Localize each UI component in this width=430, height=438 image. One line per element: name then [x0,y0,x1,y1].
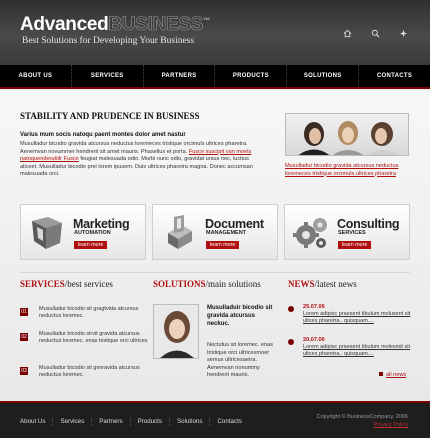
nav-item-services[interactable]: Services [72,65,144,87]
home-icon[interactable] [342,28,352,38]
feature-subtitle-marketing: AUTOMATION [74,230,111,236]
privacy-policy-link[interactable]: Privacy Policy [317,421,408,429]
solutions-text: Nectutus sit loremec. enas tristique orc… [207,342,273,378]
main-nav: About us Services Partners Products Solu… [0,65,430,89]
service-number: 01 [20,308,28,316]
service-text: Musulladur bicodio sit gvnravida atcursu… [39,365,140,379]
document-stack-icon [158,211,200,253]
nav-item-contacts[interactable]: Contacts [359,65,430,87]
news-item[interactable]: 20.07.06 Lorem adipisc praesent tibulum … [288,337,413,359]
section-divider [20,272,410,273]
feature-boxes: Marketing AUTOMATION learn more Document… [20,204,410,260]
feature-box-marketing[interactable]: Marketing AUTOMATION learn more [20,204,146,260]
footer-nav: About Us Services Partners Products Solu… [20,418,249,425]
solutions-heading: SOLUTIONS/main solutions [153,279,261,289]
footer-link-partners[interactable]: Partners [92,418,131,425]
service-text: Musulladur bicodio sit gragtvida atcursu… [39,306,139,320]
news-heading-red: NEWS [288,279,315,289]
feature-subtitle-document: MANAGEMENT [206,230,247,236]
services-heading-red: SERVICES [20,279,65,289]
copyright-text: Copyright © BusinessCompany, 2006 [316,414,408,420]
nav-item-about-us[interactable]: About us [0,65,72,87]
nav-item-products[interactable]: Products [215,65,288,87]
all-news-bullet-icon [379,372,383,376]
news-heading: NEWS/latest news [288,279,357,289]
header-icons [342,28,408,38]
news-bullet-icon [288,306,294,312]
news-date: 20.07.06 [303,337,325,343]
intro-heading: STABILITY AND PRUDENCE IN BUSINESS [20,111,200,121]
footer-link-about-us[interactable]: About Us [20,418,54,425]
logo-trademark: ™ [203,17,210,25]
feature-box-consulting[interactable]: Consulting SERVICES learn more [284,204,410,260]
cube-icon [26,211,68,253]
sitemap-icon[interactable] [398,28,408,38]
solutions-heading-red: SOLUTIONS [153,279,206,289]
gears-icon [290,211,332,253]
all-news-label: all news [386,372,407,378]
feature-title-consulting: Consulting [337,217,400,231]
solutions-heading-rest: /main solutions [205,279,261,289]
learn-more-button-marketing[interactable]: learn more [74,241,108,249]
feature-title-marketing: Marketing [73,217,130,231]
footer-link-solutions[interactable]: Solutions [170,418,211,425]
services-heading: SERVICES/best services [20,279,113,289]
feature-title-document: Document [205,217,264,231]
news-bullet-icon [288,339,294,345]
feature-subtitle-consulting: SERVICES [338,230,366,236]
footer-link-services[interactable]: Services [53,418,93,425]
footer-link-products[interactable]: Products [131,418,170,425]
news-text-link[interactable]: Lorem adipisc praesent tibulum molusent … [288,311,413,326]
site-footer: About Us Services Partners Products Solu… [0,401,430,438]
news-heading-rest: /latest news [314,279,357,289]
news-item[interactable]: 25.07.06 Lorem adipisc praesent tibulum … [288,304,413,326]
site-header: AdvancedBUSINESS™ Best Solutions for Dev… [0,0,430,65]
photo-caption-link[interactable]: Musulladur bicodio gravida atcursus nedu… [285,163,415,178]
intro-subheading: Varius mum socis natoqu paent montes dol… [20,132,186,138]
learn-more-button-consulting[interactable]: learn more [338,241,372,249]
site-tagline: Best Solutions for Developing Your Busin… [22,36,195,46]
site-logo[interactable]: AdvancedBUSINESS™ [20,14,210,36]
service-text: Musulladur bicodio sirvit gravida atcurs… [39,331,148,345]
learn-more-button-document[interactable]: learn more [206,241,240,249]
news-date: 25.07.06 [303,304,325,310]
footer-link-contacts[interactable]: Contacts [210,418,248,425]
service-number: 02 [20,333,28,341]
team-photo [285,113,409,156]
solutions-photo [153,304,199,359]
footer-copyright-block: Copyright © BusinessCompany, 2006 Privac… [317,413,408,429]
logo-text-business: BUSINESS [108,14,204,36]
logo-text-advanced: Advanced [20,14,109,35]
nav-item-solutions[interactable]: Solutions [287,65,360,87]
service-number: 03 [20,367,28,375]
main-content: STABILITY AND PRUDENCE IN BUSINESS Variu… [0,91,430,401]
solutions-bold-text: Musulladuir bicodio sit gravida atcursus… [207,305,273,327]
all-news-link[interactable]: all news [379,372,406,378]
intro-text: Musulladur bicodio gravida atcursus nedu… [20,141,258,179]
services-heading-rest: /best services [64,279,113,289]
news-text-link[interactable]: Lorem adipisc praesent tibulum molesmit … [288,344,413,359]
search-icon[interactable] [370,28,380,38]
nav-item-partners[interactable]: Partners [144,65,216,87]
feature-box-document[interactable]: Document MANAGEMENT learn more [152,204,278,260]
